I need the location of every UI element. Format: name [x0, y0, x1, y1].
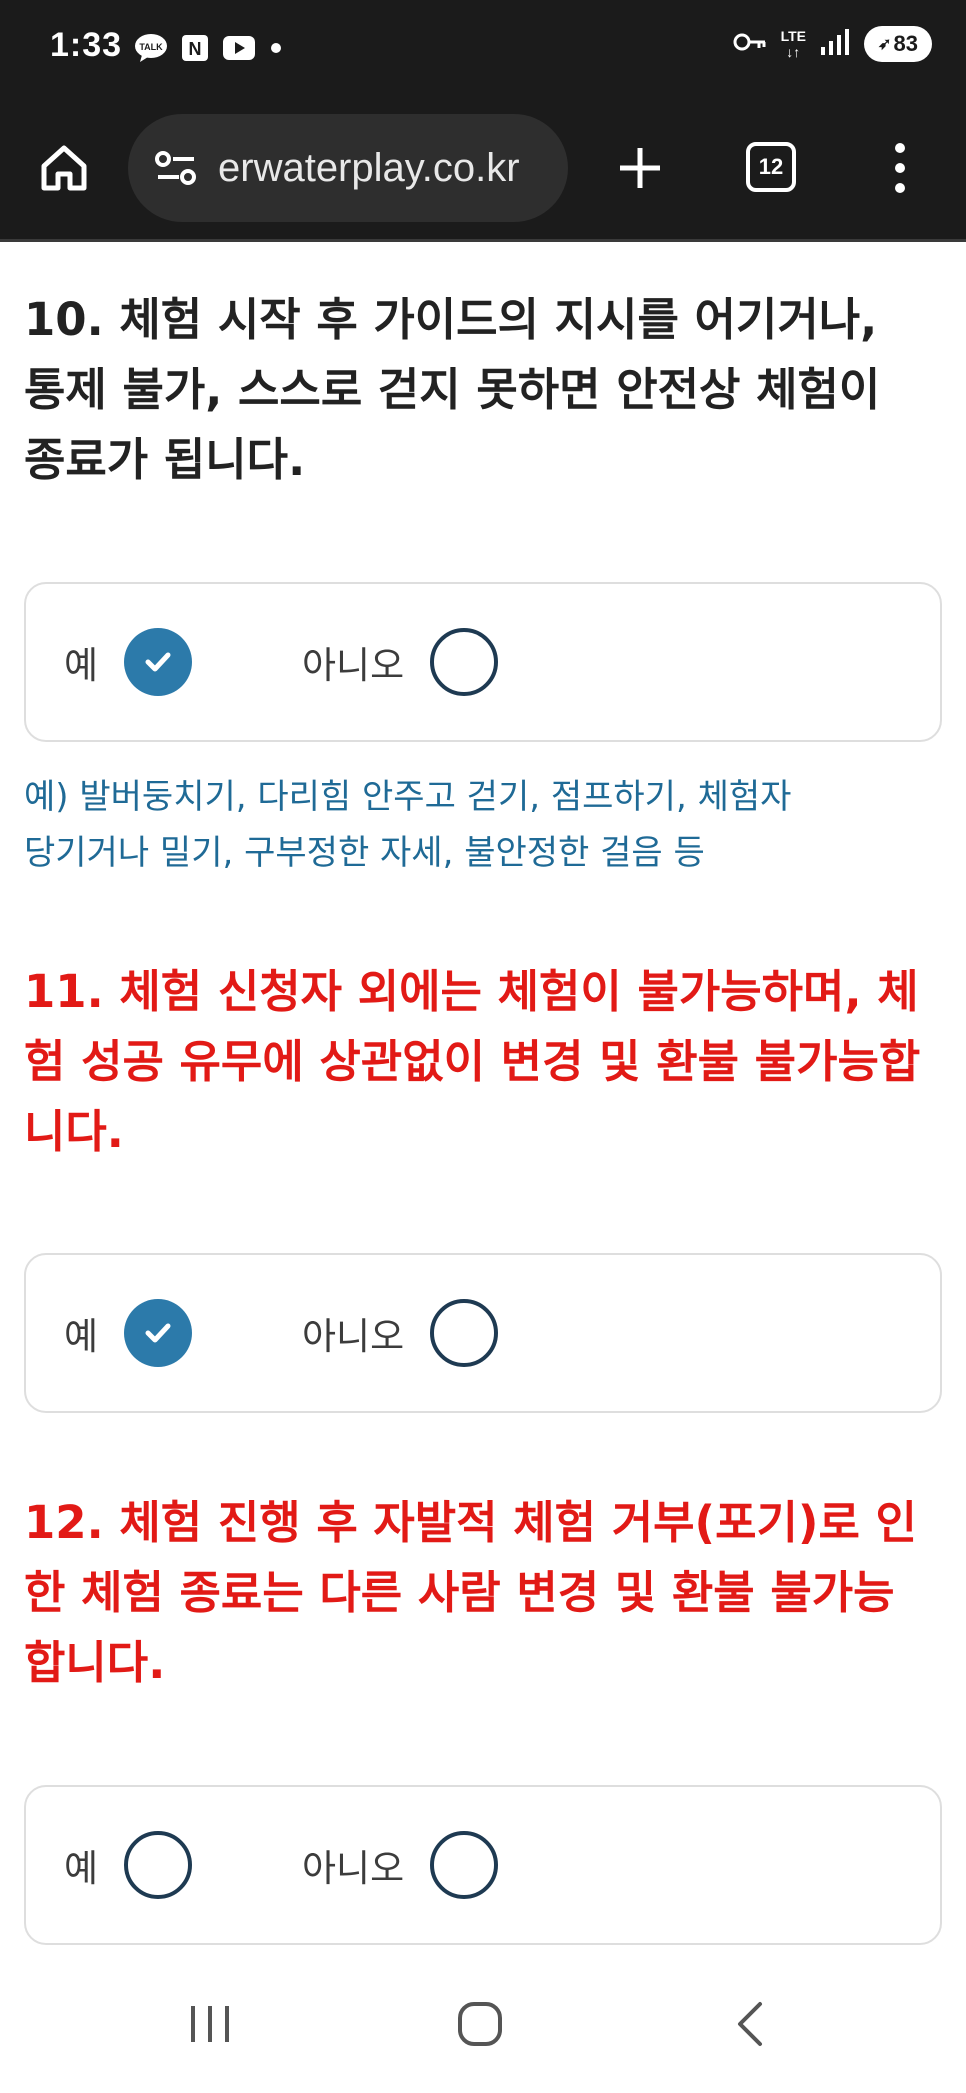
- status-time: 1:33: [50, 26, 123, 64]
- home-nav-button[interactable]: [445, 1989, 515, 2059]
- question-11-no-option[interactable]: 아니오: [302, 1255, 499, 1411]
- tab-switcher-button[interactable]: 12: [746, 142, 796, 192]
- no-label: 아니오: [302, 644, 405, 687]
- vpn-key-icon: [733, 31, 767, 57]
- menu-dot: [895, 143, 905, 153]
- question-10-no-option[interactable]: 아니오: [302, 584, 499, 740]
- url-text[interactable]: erwaterplay.co.kr: [218, 146, 548, 191]
- question-10-yes-radio[interactable]: [124, 628, 193, 696]
- more-vert-icon[interactable]: [880, 138, 920, 198]
- no-label: 아니오: [302, 1315, 405, 1358]
- question-10-note: 예) 발버둥치기, 다리힘 안주고 걷기, 점프하기, 체험자 당기거나 밀기,…: [24, 769, 924, 881]
- back-button[interactable]: [715, 1989, 785, 2059]
- site-info-icon[interactable]: [148, 140, 204, 196]
- question-11-no-radio[interactable]: [430, 1299, 499, 1367]
- lte-indicator: LTE ↓↑: [781, 28, 806, 60]
- page-content: 10. 체험 시작 후 가이드의 지시를 어기거나, 통제 불가, 스스로 걷지…: [0, 245, 966, 1955]
- question-11-text: 11. 체험 신청자 외에는 체험이 불가능하며, 체험 성공 유무에 상관없이…: [24, 965, 921, 1158]
- question-12-yes-option[interactable]: 예: [64, 1787, 193, 1943]
- yes-label: 예: [64, 1315, 99, 1358]
- address-bar[interactable]: erwaterplay.co.kr: [128, 114, 568, 222]
- home-button[interactable]: [36, 140, 92, 196]
- battery-indicator: ➶ 83: [864, 26, 932, 62]
- recents-icon: [191, 2006, 229, 2042]
- menu-dot: [895, 183, 905, 193]
- data-arrows-icon: ↓↑: [786, 44, 801, 60]
- kakaotalk-icon: TALK: [134, 32, 168, 64]
- question-10-yes-option[interactable]: 예: [64, 584, 193, 740]
- note-line-2: 당기거나 밀기, 구부정한 자세, 불안정한 걸음 등: [24, 833, 705, 873]
- system-nav-bar: [0, 1955, 966, 2093]
- question-11-yes-option[interactable]: 예: [64, 1255, 193, 1411]
- question-10-text: 10. 체험 시작 후 가이드의 지시를 어기거나, 통제 불가, 스스로 걷지…: [24, 293, 881, 486]
- recents-button[interactable]: [175, 1989, 245, 2059]
- no-label: 아니오: [302, 1847, 405, 1890]
- tab-count: 12: [758, 154, 784, 179]
- naver-icon-text: N: [189, 39, 202, 59]
- question-12-yes-radio[interactable]: [124, 1831, 193, 1899]
- naver-icon: N: [178, 32, 212, 64]
- check-icon: [145, 652, 171, 672]
- yes-label: 예: [64, 1847, 99, 1890]
- status-right: LTE ↓↑ ➶ 83: [733, 26, 932, 62]
- dot-icon: [266, 32, 286, 64]
- signal-icon: [820, 27, 850, 61]
- new-tab-icon: [620, 148, 660, 188]
- question-12-text: 12. 체험 진행 후 자발적 체험 거부(포기)로 인한 체험 종료는 다른 …: [24, 1496, 917, 1689]
- kakaotalk-icon-text: TALK: [139, 42, 163, 52]
- lte-label: LTE: [780, 28, 806, 44]
- question-11-yes-radio[interactable]: [124, 1299, 193, 1367]
- battery-saver-icon: ➶: [878, 36, 892, 53]
- menu-dot: [895, 163, 905, 173]
- check-icon: [145, 1323, 171, 1343]
- question-11-answer-box: 예 아니오: [24, 1253, 942, 1413]
- note-line-1: 예) 발버둥치기, 다리힘 안주고 걷기, 점프하기, 체험자: [24, 777, 792, 817]
- question-12-answer-box: 예 아니오: [24, 1785, 942, 1945]
- home-nav-icon: [458, 2002, 502, 2046]
- notification-icons: TALK N: [134, 32, 286, 64]
- question-10-answer-box: 예 아니오: [24, 582, 942, 742]
- home-icon: [41, 145, 87, 191]
- browser-toolbar: erwaterplay.co.kr 12: [0, 100, 966, 242]
- new-tab-button[interactable]: [610, 138, 670, 198]
- youtube-icon: [222, 32, 256, 64]
- question-12-no-option[interactable]: 아니오: [302, 1787, 499, 1943]
- question-10-no-radio[interactable]: [430, 628, 499, 696]
- status-bar: 1:33 TALK N LTE ↓↑ ➶ 83: [0, 0, 966, 100]
- battery-level: 83: [893, 31, 918, 56]
- back-icon: [738, 2002, 762, 2046]
- yes-label: 예: [64, 644, 99, 687]
- question-12-no-radio[interactable]: [430, 1831, 499, 1899]
